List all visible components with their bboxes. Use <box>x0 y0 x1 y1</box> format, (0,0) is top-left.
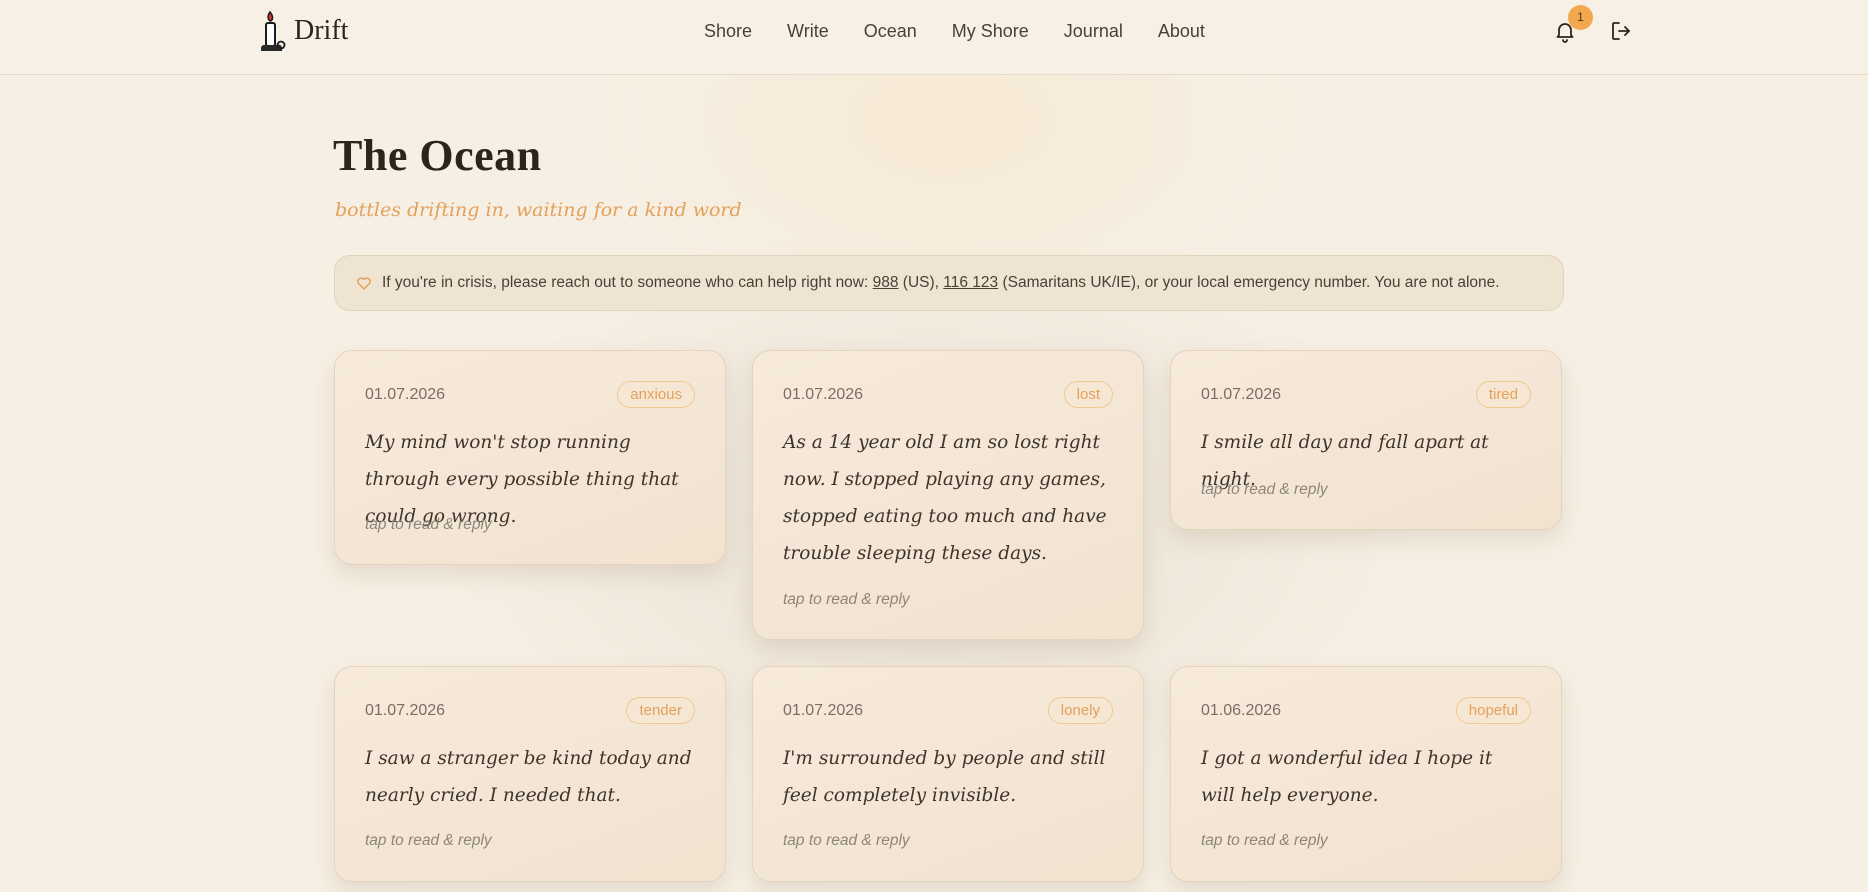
brand-logo[interactable]: Drift <box>256 8 348 54</box>
nav-journal[interactable]: Journal <box>1064 21 1123 42</box>
card-hint: tap to read & reply <box>365 516 492 533</box>
crisis-phone-uk[interactable]: 116 123 <box>943 274 998 291</box>
nav-ocean[interactable]: Ocean <box>864 21 917 42</box>
crisis-text-us: (US), <box>898 274 944 291</box>
mood-badge: tender <box>626 697 695 724</box>
card-date: 01.06.2026 <box>1201 702 1282 719</box>
card-hint: tap to read & reply <box>1201 481 1328 498</box>
card-date: 01.07.2026 <box>365 702 446 719</box>
card-date: 01.07.2026 <box>1201 386 1282 403</box>
bottle-card[interactable]: 01.07.2026 anxious My mind won't stop ru… <box>334 350 726 565</box>
heart-icon <box>357 277 371 290</box>
mood-badge: anxious <box>617 381 695 408</box>
brand-name: Drift <box>294 15 349 46</box>
card-hint: tap to read & reply <box>365 832 492 849</box>
card-hint: tap to read & reply <box>1201 832 1328 849</box>
card-date: 01.07.2026 <box>365 386 446 403</box>
notification-badge: 1 <box>1568 5 1593 30</box>
bottle-card[interactable]: 01.07.2026 lost As a 14 year old I am so… <box>752 350 1144 640</box>
nav-about[interactable]: About <box>1158 21 1205 42</box>
logout-icon[interactable] <box>1609 19 1633 43</box>
crisis-message: If you're in crisis, please reach out to… <box>382 274 1500 292</box>
top-navbar: Drift Shore Write Ocean My Shore Journal… <box>0 0 1868 75</box>
card-message: I got a wonderful idea I hope it will he… <box>1201 748 1493 806</box>
card-date: 01.07.2026 <box>783 702 864 719</box>
mood-badge: hopeful <box>1455 697 1531 724</box>
card-message: I saw a stranger be kind today and nearl… <box>365 748 692 806</box>
nav-shore[interactable]: Shore <box>704 21 752 42</box>
main-nav: Shore Write Ocean My Shore Journal About <box>704 0 1240 62</box>
mood-badge: lost <box>1063 381 1113 408</box>
card-message: As a 14 year old I am so lost right now.… <box>783 432 1107 564</box>
mood-badge: lonely <box>1047 697 1113 724</box>
mood-badge: tired <box>1475 381 1531 408</box>
nav-my-shore[interactable]: My Shore <box>952 21 1029 42</box>
card-date: 01.07.2026 <box>783 386 864 403</box>
crisis-phone-us[interactable]: 988 <box>873 274 899 291</box>
page-title: The Ocean <box>333 131 542 180</box>
crisis-text-outro: (Samaritans UK/IE), or your local emerge… <box>998 274 1500 291</box>
card-hint: tap to read & reply <box>783 591 910 608</box>
crisis-text-intro: If you're in crisis, please reach out to… <box>382 274 873 291</box>
page-subtitle: bottles drifting in, waiting for a kind … <box>335 199 742 221</box>
bottle-card[interactable]: 01.07.2026 tender I saw a stranger be ki… <box>334 666 726 882</box>
bottle-card[interactable]: 01.07.2026 tired I smile all day and fal… <box>1170 350 1562 530</box>
crisis-banner: If you're in crisis, please reach out to… <box>334 255 1564 311</box>
card-hint: tap to read & reply <box>783 832 910 849</box>
card-message: I'm surrounded by people and still feel … <box>783 748 1106 806</box>
bottle-card[interactable]: 01.06.2026 hopeful I got a wonderful ide… <box>1170 666 1562 882</box>
bottle-card[interactable]: 01.07.2026 lonely I'm surrounded by peop… <box>752 666 1144 882</box>
nav-write[interactable]: Write <box>787 21 829 42</box>
candle-logo-icon <box>261 10 286 51</box>
